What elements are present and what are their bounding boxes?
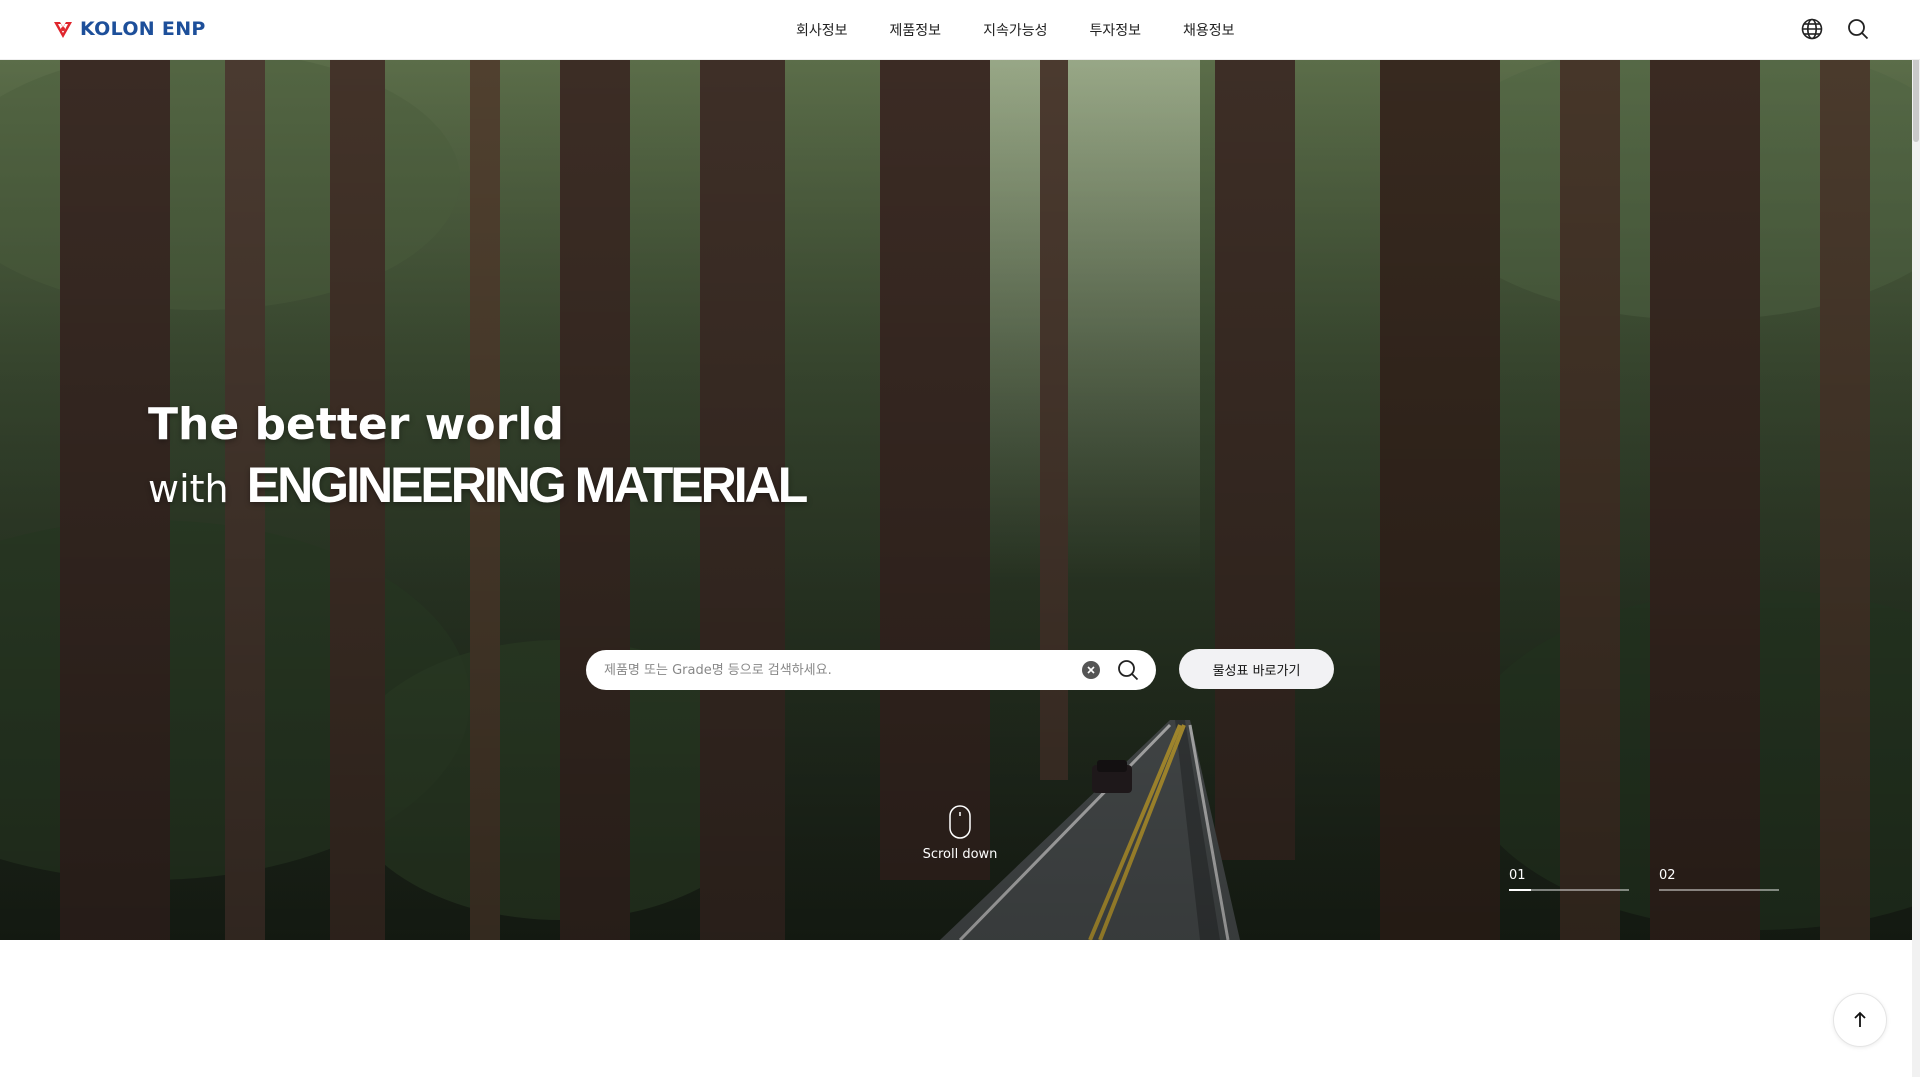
- globe-icon[interactable]: [1800, 17, 1824, 41]
- kolon-logo-mark-icon: [54, 22, 72, 38]
- hero-title: The better world: [148, 399, 564, 450]
- slide-tab-01[interactable]: 01: [1509, 868, 1629, 891]
- scroll-down-label: Scroll down: [922, 847, 998, 862]
- kolon-enp-logo[interactable]: KOLON ENP: [52, 18, 206, 40]
- page-scrollbar[interactable]: [1912, 0, 1920, 1077]
- clear-search-button[interactable]: [1082, 661, 1100, 679]
- logo-text: KOLON ENP: [80, 18, 206, 40]
- scroll-down-indicator[interactable]: Scroll down: [913, 805, 1007, 863]
- back-to-top-button[interactable]: [1833, 993, 1887, 1047]
- spec-sheet-button[interactable]: 물성표 바로가기: [1179, 649, 1334, 689]
- nav-item-company[interactable]: 회사정보: [796, 20, 848, 40]
- hero-section: The better world with ENGINEERING MATERI…: [0, 60, 1920, 940]
- nav-item-sustainability[interactable]: 지속가능성: [983, 20, 1047, 40]
- product-search-box: [586, 650, 1156, 690]
- slide-progress-bar: [1659, 889, 1779, 891]
- search-icon[interactable]: [1846, 17, 1870, 41]
- slide-tab-02[interactable]: 02: [1659, 868, 1779, 891]
- main-nav: 회사정보 제품정보 지속가능성 투자정보 채용정보: [796, 0, 1277, 60]
- nav-item-careers[interactable]: 채용정보: [1183, 20, 1235, 40]
- product-search-input[interactable]: [604, 662, 1082, 678]
- nav-item-products[interactable]: 제품정보: [890, 20, 942, 40]
- hero-subtitle-prefix: with: [148, 467, 229, 511]
- site-header: KOLON ENP 회사정보 제품정보 지속가능성 투자정보 채용정보: [0, 0, 1920, 60]
- header-icons: [1800, 17, 1870, 41]
- slide-progress-fill: [1509, 889, 1531, 891]
- slide-number: 02: [1659, 868, 1676, 883]
- slide-progress-bar: [1509, 889, 1629, 891]
- hero-subtitle: with ENGINEERING MATERIAL: [148, 455, 809, 519]
- search-submit-icon[interactable]: [1116, 658, 1140, 682]
- hero-subtitle-emphasis: ENGINEERING MATERIAL: [246, 457, 809, 513]
- arrow-up-icon: [1854, 1011, 1866, 1027]
- mouse-icon: [949, 805, 971, 839]
- close-icon: [1087, 666, 1095, 674]
- slide-number: 01: [1509, 868, 1526, 883]
- slide-pager: 01 02: [1509, 868, 1779, 891]
- nav-item-investors[interactable]: 투자정보: [1089, 20, 1141, 40]
